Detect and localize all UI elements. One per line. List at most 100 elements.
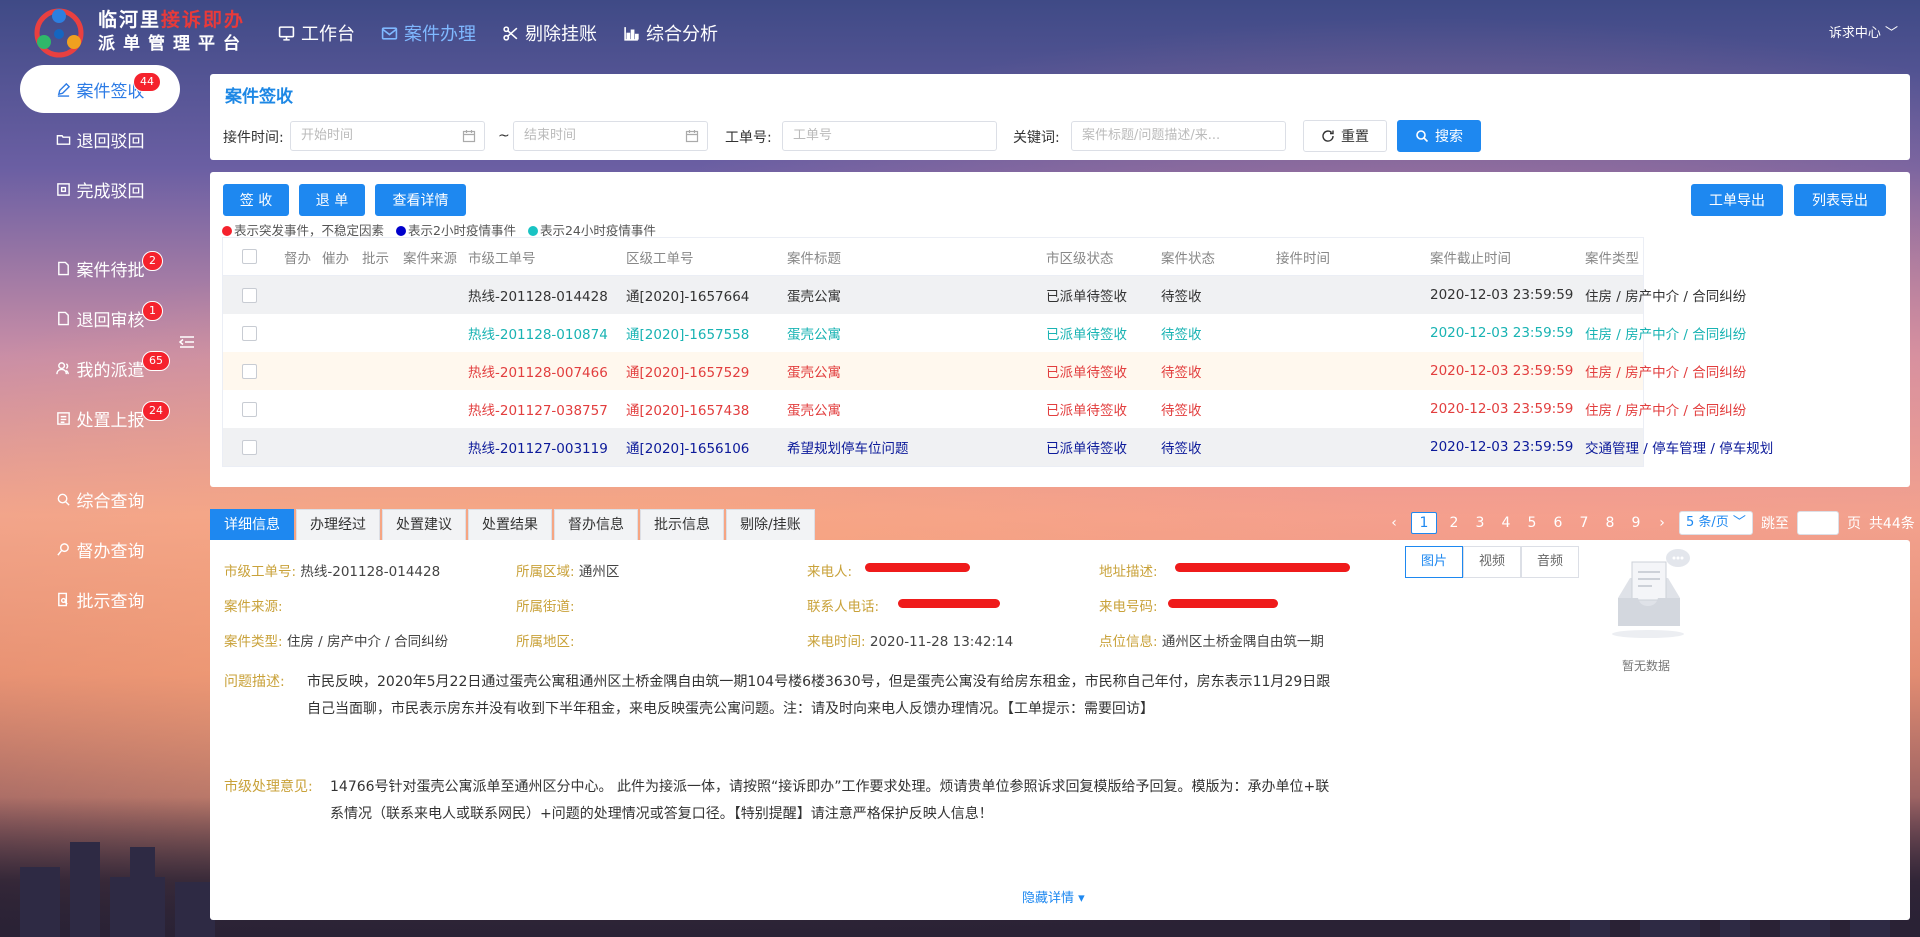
view-detail-button[interactable]: 查看详情: [375, 184, 466, 216]
point-field: 点位信息: 通州区土桥金隅自由筑一期: [1099, 634, 1324, 650]
calendar-icon: [462, 130, 476, 143]
order-number-input[interactable]: 工单号: [782, 121, 997, 151]
address-field: 地址描述:: [1099, 564, 1158, 580]
nav-workbench[interactable]: 工作台: [278, 20, 355, 46]
contact-phone-field: 联系人电话:: [807, 599, 880, 615]
street-field: 所属街道:: [516, 599, 575, 615]
sidebar-item-supervise-query[interactable]: 督办查询: [20, 526, 180, 572]
page-7[interactable]: 7: [1575, 515, 1593, 531]
tab-suggestion[interactable]: 处置建议: [382, 509, 466, 540]
table-row[interactable]: 热线-201127-003119 通[2020]-1656106 希望规划停车位问题…: [223, 428, 1773, 466]
cell-level-status: 已派单待签收: [1046, 327, 1127, 343]
keyword-input[interactable]: 案件标题/问题描述/来...: [1071, 121, 1286, 151]
cell-title: 蛋壳公寓: [787, 289, 841, 305]
source-field: 案件来源:: [224, 599, 283, 615]
table-header: 督办 催办 批示 案件来源 市级工单号 区级工单号 案件标题 市区级状态 案件状…: [223, 238, 1643, 276]
cell-city-order: 热线-201127-003119: [468, 441, 608, 457]
page-6[interactable]: 6: [1549, 515, 1567, 531]
tab-detail-info[interactable]: 详细信息: [210, 509, 294, 540]
row-checkbox[interactable]: [242, 439, 257, 455]
export-order-button[interactable]: 工单导出: [1691, 184, 1783, 216]
media-tabs: 图片 视频 音频: [1405, 546, 1580, 578]
page-2[interactable]: 2: [1445, 515, 1463, 531]
cell-case-type: 交通管理 / 停车管理 / 停车规划: [1585, 441, 1774, 457]
nav-remove-hold[interactable]: 剔除挂账: [502, 20, 597, 46]
media-tab-audio[interactable]: 音频: [1521, 546, 1580, 578]
user-menu[interactable]: 诉求中心 ﹀: [1829, 22, 1898, 41]
page-unit-label: 页: [1846, 516, 1861, 532]
jump-page-input[interactable]: [1796, 511, 1839, 535]
tab-instruction-info[interactable]: 批示信息: [640, 509, 724, 540]
table-row[interactable]: 热线-201128-007466 通[2020]-1657529 蛋壳公寓 已派单待签…: [223, 352, 1746, 390]
sidebar-item-complete-reject[interactable]: 完成驳回: [20, 166, 180, 212]
page-1[interactable]: 1: [1411, 512, 1437, 534]
sign-button[interactable]: 签 收: [223, 184, 289, 216]
end-time-input[interactable]: 结束时间: [513, 121, 708, 151]
table-row[interactable]: 热线-201127-038757 通[2020]-1657438 蛋壳公寓 已派单待签…: [223, 390, 1746, 428]
page-5[interactable]: 5: [1523, 515, 1541, 531]
col-case-status: 案件状态: [1161, 250, 1215, 267]
start-time-input[interactable]: 开始时间: [290, 121, 485, 151]
redacted-contact-phone: [898, 599, 1000, 608]
row-checkbox[interactable]: [242, 325, 257, 341]
page-3[interactable]: 3: [1471, 515, 1489, 531]
region-field: 所属地区:: [516, 634, 575, 650]
logo-icon: [34, 8, 84, 58]
cell-title: 希望规划停车位问题: [787, 441, 909, 457]
document-icon: [57, 261, 69, 275]
cell-title: 蛋壳公寓: [787, 365, 841, 381]
sidebar-badge-report: 24: [142, 401, 170, 421]
city-order-field: 市级工单号: 热线-201128-014428: [224, 564, 441, 580]
report-icon: [56, 411, 70, 425]
hide-detail-button[interactable]: 隐藏详情 ▾: [1022, 887, 1085, 906]
row-checkbox[interactable]: [242, 401, 257, 417]
page-8[interactable]: 8: [1601, 515, 1619, 531]
next-page-button[interactable]: ›: [1653, 515, 1671, 531]
page-4[interactable]: 4: [1497, 515, 1515, 531]
reset-button[interactable]: 重置: [1303, 120, 1387, 152]
redacted-address: [1175, 563, 1350, 572]
main-nav: 工作台 案件办理 剔除挂账 综合分析: [278, 20, 718, 46]
tab-supervise-info[interactable]: 督办信息: [554, 509, 638, 540]
cell-case-status: 待签收: [1161, 441, 1202, 457]
check-square-icon: [56, 182, 70, 196]
row-checkbox[interactable]: [242, 363, 257, 379]
cell-case-status: 待签收: [1161, 289, 1202, 305]
col-case-type: 案件类型: [1585, 250, 1639, 267]
tab-result[interactable]: 处置结果: [468, 509, 552, 540]
export-list-button[interactable]: 列表导出: [1794, 184, 1886, 216]
brand-title: 临河里接诉即办 派单管理平台: [98, 9, 248, 54]
prev-page-button[interactable]: ‹: [1385, 515, 1403, 531]
sidebar-badge-return-review: 1: [142, 301, 163, 321]
col-deadline: 案件截止时间: [1430, 250, 1511, 267]
sidebar-item-general-query[interactable]: 综合查询: [20, 476, 180, 522]
document-icon: [57, 311, 69, 325]
nav-case-handling[interactable]: 案件办理: [381, 20, 476, 46]
nav-analysis[interactable]: 综合分析: [623, 20, 718, 46]
folder-icon: [56, 134, 70, 145]
row-checkbox[interactable]: [242, 287, 257, 303]
page-size-select[interactable]: 5 条/页 ﹀: [1679, 511, 1753, 535]
area-field: 所属区域: 通州区: [516, 564, 620, 580]
media-tab-video[interactable]: 视频: [1463, 546, 1522, 578]
sidebar-badge-my-dispatch: 65: [142, 351, 170, 371]
search-panel: 案件签收 接件时间: 开始时间 ~ 结束时间 工单号: 工单号 关键词: 案件标…: [210, 74, 1910, 160]
return-order-button[interactable]: 退 单: [299, 184, 365, 216]
tab-process-history[interactable]: 办理经过: [296, 509, 380, 540]
range-separator: ~: [498, 128, 510, 144]
media-tab-image[interactable]: 图片: [1405, 546, 1464, 578]
search-button[interactable]: 搜索: [1397, 120, 1481, 152]
collapse-sidebar-icon[interactable]: [178, 334, 196, 350]
page-9[interactable]: 9: [1627, 515, 1645, 531]
refresh-icon: [1322, 130, 1334, 142]
sidebar-item-return-reject[interactable]: 退回驳回: [20, 116, 180, 162]
sidebar-item-instruction-query[interactable]: 批示查询: [20, 576, 180, 622]
table-row[interactable]: 热线-201128-014428 通[2020]-1657664 蛋壳公寓 已派单待签…: [223, 276, 1746, 314]
chart-icon: [624, 26, 639, 41]
tab-remove-hold[interactable]: 剔除/挂账: [726, 509, 815, 540]
case-type-field: 案件类型: 住房 / 房产中介 / 合同纠纷: [224, 634, 449, 650]
select-all-checkbox[interactable]: [242, 249, 257, 264]
cell-district-order: 通[2020]-1657558: [626, 327, 750, 343]
cell-city-order: 热线-201127-038757: [468, 403, 608, 419]
table-row[interactable]: 热线-201128-010874 通[2020]-1657558 蛋壳公寓 已派单待签…: [223, 314, 1746, 352]
